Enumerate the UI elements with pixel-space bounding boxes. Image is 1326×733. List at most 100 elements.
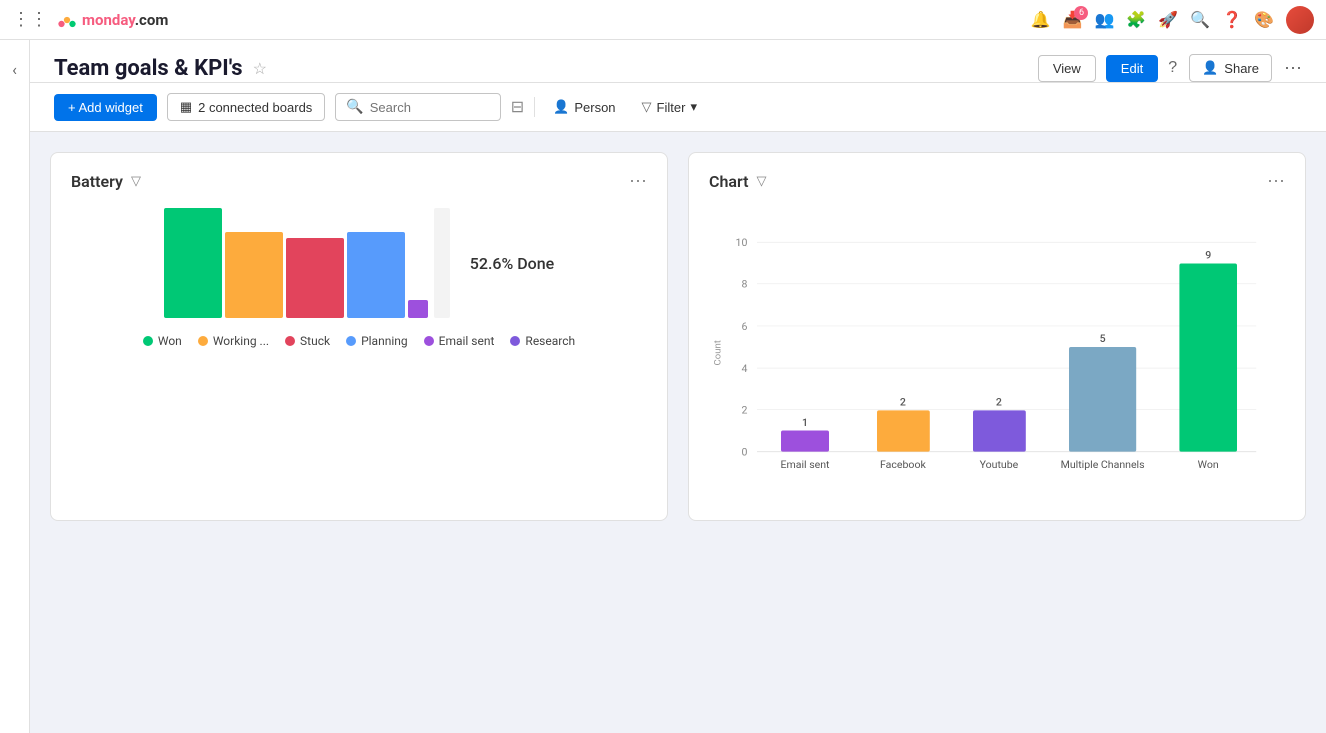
battery-bar-emailsent	[408, 300, 428, 318]
search-icon[interactable]: 🔍	[1190, 10, 1210, 29]
bar-value-facebook: 2	[900, 396, 906, 409]
battery-more-button[interactable]: ⋯	[629, 171, 647, 192]
battery-widget-title: Battery	[71, 172, 123, 191]
legend-dot-working	[198, 336, 208, 346]
edit-button[interactable]: Edit	[1106, 55, 1158, 82]
battery-bar-working	[225, 232, 283, 318]
chart-widget: Chart ▽ ⋯ Count	[688, 152, 1306, 521]
notifications-icon[interactable]: 🔔	[1031, 10, 1051, 29]
x-label-facebook: Facebook	[880, 458, 926, 471]
star-icon[interactable]: ☆	[253, 59, 267, 78]
save-view-button[interactable]: ⊟	[511, 97, 524, 117]
x-label-multiple-channels: Multiple Channels	[1061, 458, 1145, 471]
share-button[interactable]: 👤 Share	[1189, 54, 1272, 82]
inbox-badge: 6	[1074, 6, 1088, 20]
toolbar: + Add widget ▦ 2 connected boards 🔍 ⊟ 👤 …	[30, 83, 1326, 132]
battery-bar-planning	[347, 232, 405, 318]
inbox-icon[interactable]: 📥 6	[1063, 10, 1083, 29]
legend-item-planning: Planning	[346, 334, 408, 348]
dashboard: Battery ▽ ⋯	[30, 132, 1326, 541]
page-header: Team goals & KPI's ☆ View Edit ? 👤 Share…	[30, 40, 1326, 83]
add-widget-button[interactable]: + Add widget	[54, 94, 157, 121]
y-tick-10: 10	[736, 236, 748, 249]
main-content: Team goals & KPI's ☆ View Edit ? 👤 Share…	[30, 40, 1326, 733]
share-label: Share	[1224, 61, 1259, 76]
chevron-left-icon[interactable]: ‹	[12, 60, 17, 79]
legend-label-stuck: Stuck	[300, 334, 330, 348]
battery-filter-icon[interactable]: ▽	[131, 174, 141, 189]
connected-boards-button[interactable]: ▦ 2 connected boards	[167, 93, 326, 121]
legend-dot-research	[510, 336, 520, 346]
battery-empty-indicator: 52.6% Done	[434, 208, 554, 318]
x-label-youtube: Youtube	[980, 458, 1019, 471]
legend-label-won: Won	[158, 334, 182, 348]
chart-widget-title: Chart	[709, 172, 749, 191]
x-label-emailsent: Email sent	[780, 458, 830, 471]
legend-dot-planning	[346, 336, 356, 346]
legend-label-emailsent: Email sent	[439, 334, 495, 348]
search-input[interactable]	[370, 100, 490, 115]
toolbar-separator	[534, 97, 535, 117]
battery-bar-won	[164, 208, 222, 318]
y-tick-8: 8	[741, 278, 747, 291]
battery-widget: Battery ▽ ⋯	[50, 152, 668, 521]
logo: monday.com	[56, 9, 168, 31]
legend-item-research: Research	[510, 334, 575, 348]
bar-multiple-channels	[1069, 347, 1136, 452]
y-tick-2: 2	[741, 403, 747, 416]
legend-item-won: Won	[143, 334, 182, 348]
help-inline-icon[interactable]: ?	[1168, 59, 1177, 77]
bar-won	[1179, 264, 1237, 452]
filter-button[interactable]: ▽ Filter ▾	[634, 94, 705, 120]
search-box: 🔍	[335, 93, 500, 121]
legend-item-emailsent: Email sent	[424, 334, 495, 348]
funnel-icon: ▽	[642, 99, 652, 115]
bar-youtube	[973, 410, 1026, 451]
boards-icon: ▦	[180, 99, 192, 115]
avatar[interactable]	[1286, 6, 1314, 34]
page-title: Team goals & KPI's	[54, 56, 243, 81]
x-label-won: Won	[1198, 458, 1219, 471]
y-axis-label: Count	[713, 340, 724, 365]
battery-percentage: 52.6% Done	[470, 254, 554, 273]
filter-dropdown-icon: ▾	[690, 99, 697, 115]
bar-value-emailsent: 1	[802, 416, 808, 429]
bar-facebook	[877, 410, 930, 451]
battery-content: 52.6% Done Won Working ...	[71, 208, 647, 348]
bar-value-youtube: 2	[996, 396, 1002, 409]
chart-more-button[interactable]: ⋯	[1267, 171, 1285, 192]
help-icon[interactable]: ❓	[1222, 10, 1242, 29]
bar-value-multiple-channels: 5	[1100, 332, 1106, 345]
battery-visualization: 52.6% Done	[164, 208, 554, 318]
legend-label-planning: Planning	[361, 334, 408, 348]
invite-icon[interactable]: 👥	[1094, 10, 1114, 29]
top-navigation: ⋮⋮ monday.com 🔔 📥 6 👥 🧩 🚀 🔍 ❓ 🎨	[0, 0, 1326, 40]
grid-icon[interactable]: ⋮⋮	[12, 9, 48, 30]
legend-item-working: Working ...	[198, 334, 269, 348]
legend-label-working: Working ...	[213, 334, 269, 348]
y-tick-6: 6	[741, 320, 747, 333]
chart-filter-icon[interactable]: ▽	[757, 174, 767, 189]
chart-svg: Count 0 2 4 6 8 10	[709, 208, 1285, 488]
sidebar-toggle[interactable]: ‹	[0, 40, 30, 733]
bar-emailsent	[781, 431, 829, 452]
color-swatch-icon[interactable]: 🎨	[1254, 10, 1274, 29]
battery-bar-stuck	[286, 238, 344, 318]
battery-legend: Won Working ... Stuck Planning	[143, 334, 575, 348]
legend-dot-emailsent	[424, 336, 434, 346]
monday-logo-icon	[56, 9, 78, 31]
view-button[interactable]: View	[1038, 55, 1096, 82]
more-options-button[interactable]: ⋯	[1284, 58, 1302, 79]
person-filter-button[interactable]: 👤 Person	[545, 94, 623, 120]
search-input-icon: 🔍	[346, 99, 363, 115]
bar-value-won: 9	[1205, 249, 1211, 262]
battery-bars	[164, 208, 428, 318]
apps-icon[interactable]: 🧩	[1126, 10, 1146, 29]
logo-text: monday.com	[82, 11, 168, 29]
upgrade-icon[interactable]: 🚀	[1158, 10, 1178, 29]
y-tick-4: 4	[741, 362, 747, 375]
legend-dot-stuck	[285, 336, 295, 346]
person-icon: 👤	[553, 99, 569, 115]
legend-dot-won	[143, 336, 153, 346]
chart-content: Count 0 2 4 6 8 10	[709, 208, 1285, 502]
